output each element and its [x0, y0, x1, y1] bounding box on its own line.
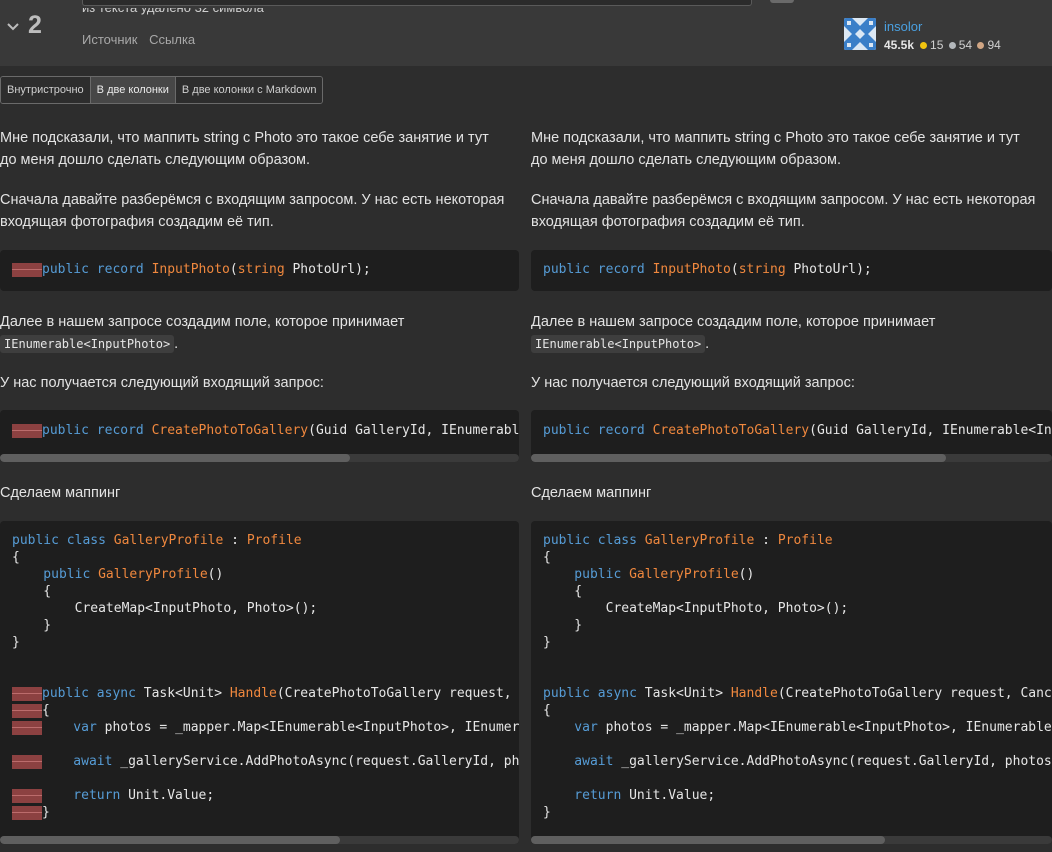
silver-badge-count: 54 [958, 38, 973, 52]
horizontal-scrollbar[interactable] [531, 454, 1052, 462]
chevron-down-icon[interactable] [6, 20, 20, 34]
inline-code: IEnumerable<InputPhoto> [531, 335, 706, 353]
tab-side-by-side[interactable]: В две колонки [89, 77, 175, 103]
deleted-indent-marker [12, 755, 42, 769]
paragraph-mapping: Сделаем маппинг [0, 485, 121, 501]
tab-inline[interactable]: Внутристрочно [1, 77, 90, 103]
horizontal-scrollbar[interactable] [531, 836, 1052, 844]
paragraph-request: Сначала давайте разберёмся с входящим за… [531, 192, 1036, 230]
code-block-create-photo: public record CreatePhotoToGallery(Guid … [531, 410, 1052, 462]
code-block-input-photo: public record InputPhoto(string PhotoUrl… [0, 250, 519, 291]
revision-summary: из текста удалено 32 символа [82, 4, 264, 15]
paragraph-intro: Мне подсказали, что маппить string с Pho… [0, 130, 489, 168]
code-block-mapping: public class GalleryProfile : Profile { … [0, 521, 519, 844]
deleted-indent-marker [12, 263, 42, 277]
bronze-badge-icon [977, 42, 985, 49]
horizontal-scrollbar[interactable] [0, 836, 519, 844]
diff-view-tabs: Внутристрочно В две колонки В две колонк… [0, 76, 324, 104]
paragraph-field: Далее в нашем запросе создадим поле, кот… [531, 314, 936, 353]
deleted-indent-marker [12, 806, 42, 820]
inline-code: IEnumerable<InputPhoto> [0, 335, 175, 353]
revision-header: 2 из текста удалено 32 символа Источник … [0, 0, 1052, 66]
horizontal-scrollbar[interactable] [0, 454, 519, 462]
edit-summary-field[interactable] [82, 0, 752, 6]
paragraph-mapping: Сделаем маппинг [531, 485, 652, 501]
paragraph-field: Далее в нашем запросе создадим поле, кот… [0, 314, 405, 353]
deleted-indent-marker [12, 721, 42, 735]
permalink-link[interactable]: Ссылка [149, 32, 195, 47]
tab-side-by-side-markdown[interactable]: В две колонки с Markdown [174, 77, 323, 103]
paragraph-intro: Мне подсказали, что маппить string с Pho… [531, 130, 1020, 168]
paragraph-result: У нас получается следующий входящий запр… [0, 375, 324, 391]
paragraph-result: У нас получается следующий входящий запр… [531, 375, 855, 391]
reputation-score: 45.5k [884, 38, 915, 52]
code-block-input-photo: public record InputPhoto(string PhotoUrl… [531, 250, 1052, 291]
bronze-badge-count: 94 [987, 38, 1001, 52]
gold-badge-icon [920, 42, 928, 49]
deleted-indent-marker [12, 704, 42, 718]
revision-links: Источник Ссылка [82, 32, 203, 47]
paragraph-request: Сначала давайте разберёмся с входящим за… [0, 192, 505, 230]
deleted-indent-marker [12, 424, 42, 438]
code-block-create-photo: public record CreatePhotoToGallery(Guid … [0, 410, 519, 462]
user-name-link[interactable]: insolor [884, 19, 922, 34]
user-reputation: 45.5k 15 54 94 [884, 38, 1001, 52]
source-link[interactable]: Источник [82, 32, 138, 47]
top-button[interactable] [770, 0, 794, 3]
avatar[interactable] [844, 18, 876, 50]
gold-badge-count: 15 [930, 38, 944, 52]
silver-badge-icon [948, 42, 956, 49]
revision-number: 2 [28, 11, 42, 39]
deleted-indent-marker [12, 687, 42, 701]
code-block-mapping: public class GalleryProfile : Profile { … [531, 521, 1052, 844]
deleted-indent-marker [12, 789, 42, 803]
